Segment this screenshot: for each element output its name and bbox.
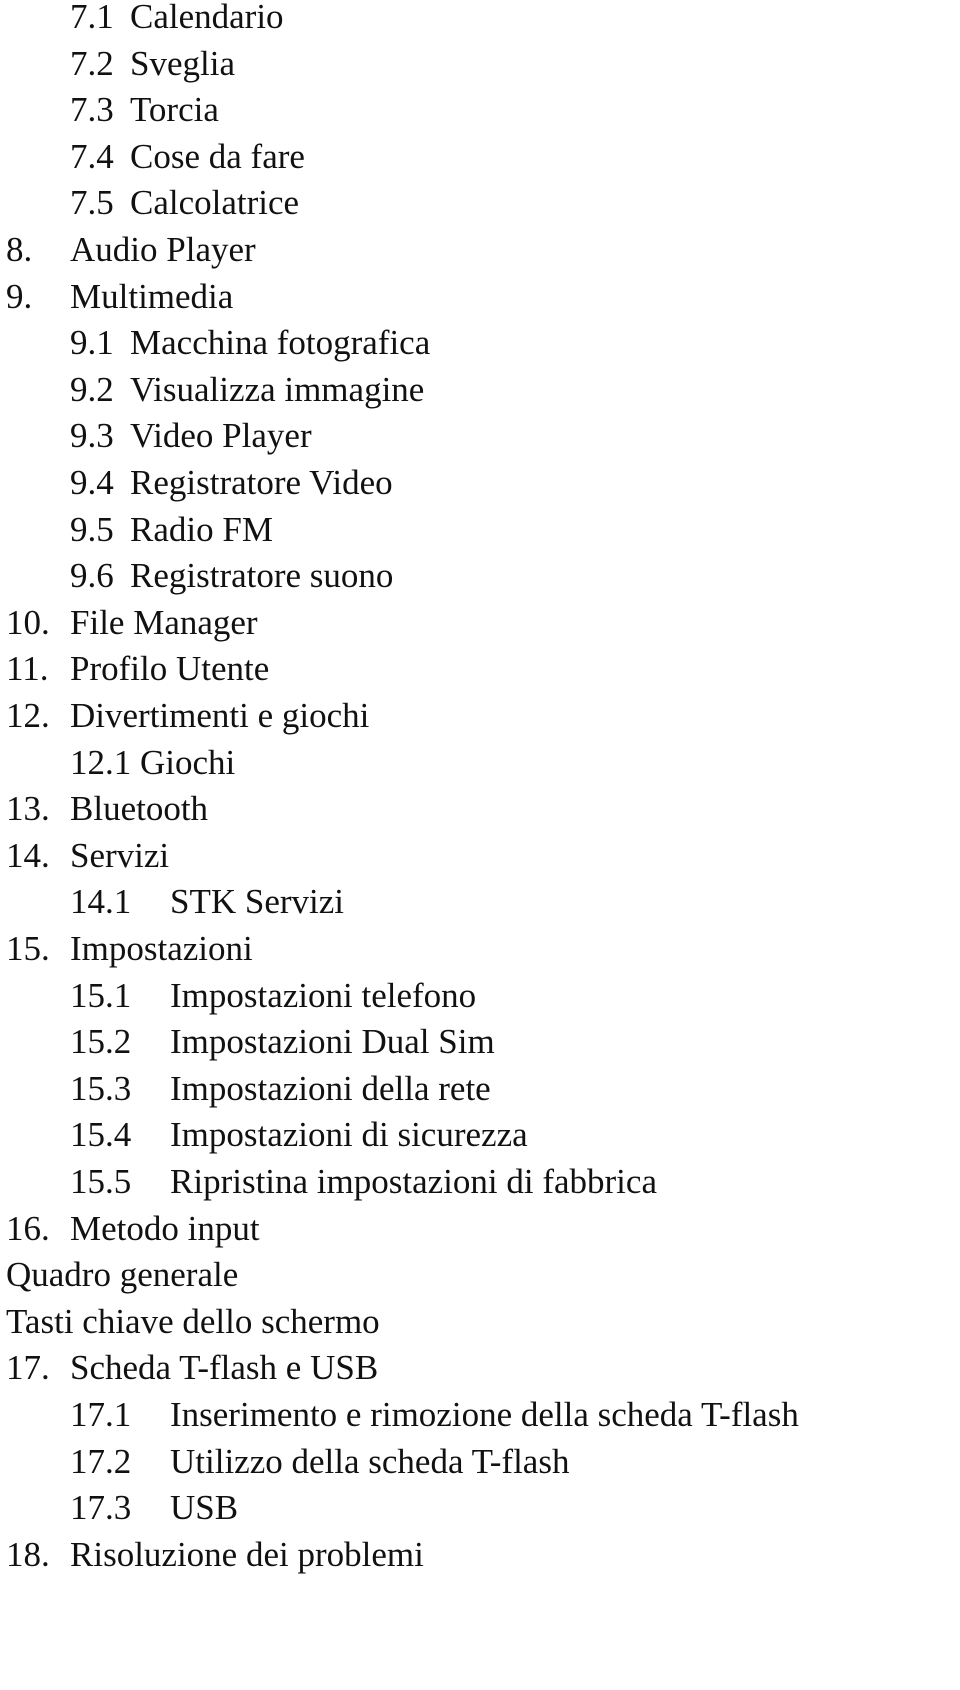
- toc-entry-number: 15.3: [70, 1068, 132, 1108]
- toc-entry-number: 7.1: [70, 0, 114, 36]
- toc-entry-title: File Manager: [70, 602, 258, 642]
- toc-entry-title: Impostazioni Dual Sim: [170, 1022, 495, 1062]
- toc-entry-number: 17.3: [70, 1488, 132, 1528]
- toc-entry-title: Quadro generale: [6, 1255, 239, 1295]
- toc-entry-number: 15.2: [70, 1022, 132, 1062]
- toc-entry-number: 17.: [6, 1348, 50, 1388]
- toc-entry-number: 7.5: [70, 183, 114, 223]
- toc-entry-number: 16.: [6, 1208, 50, 1248]
- toc-entry-title: Impostazioni: [70, 929, 253, 968]
- toc-entry-number: 18.: [6, 1534, 50, 1574]
- toc-entry-title: Giochi: [140, 742, 236, 782]
- toc-entry-number: 17.1: [70, 1395, 132, 1434]
- toc-entry-number: 9.1: [70, 323, 114, 363]
- toc-entry-title: Registratore suono: [130, 556, 394, 596]
- toc-entry-number: 9.6: [70, 556, 114, 596]
- toc-entry-title: Bluetooth: [70, 789, 209, 829]
- toc-entry-number: 7.2: [70, 43, 114, 83]
- toc-entry-number: 9.3: [70, 416, 114, 456]
- toc-entry-title: Cose da fare: [130, 136, 305, 176]
- toc-entry-number: 9.4: [70, 463, 114, 502]
- toc-entry-title: Profilo Utente: [70, 649, 270, 689]
- toc-entry-number: 9.5: [70, 509, 114, 549]
- toc-entry-title: Ripristina impostazioni di fabbrica: [170, 1162, 657, 1201]
- toc-entry-title: USB: [170, 1488, 239, 1528]
- toc-entry-number: 15.: [6, 929, 50, 968]
- toc-entry-number: 14.: [6, 835, 50, 875]
- toc-entry-title: Video Player: [130, 416, 312, 456]
- toc-entry-number: 7.4: [70, 136, 114, 176]
- toc-entry-number: 10.: [6, 602, 50, 642]
- toc-entry-title: Inserimento e rimozione della scheda T-f…: [170, 1395, 799, 1434]
- toc-entry-title: Divertimenti e giochi: [70, 696, 370, 735]
- toc-entry-title: Sveglia: [130, 43, 235, 83]
- toc-entry-number: 12.1: [70, 742, 132, 782]
- toc-entry-number: 15.1: [70, 975, 132, 1015]
- toc-entry-number: 7.3: [70, 90, 114, 130]
- toc-entry-number: 17.2: [70, 1441, 132, 1481]
- toc-entry-title: Registratore Video: [130, 463, 393, 502]
- toc-entry-number: 15.5: [70, 1162, 132, 1201]
- toc-entry-title: Torcia: [130, 90, 219, 130]
- toc-entry-title: Tasti chiave dello schermo: [6, 1301, 380, 1341]
- toc-entry-title: Impostazioni della rete: [170, 1068, 491, 1108]
- toc-entry-number: 9.: [6, 276, 33, 316]
- toc-entry-title: Impostazioni di sicurezza: [170, 1115, 528, 1155]
- table-of-contents: 7.1 Calendario 7.2 Sveglia 7.3 Torcia 7.4 Cose …: [0, 0, 960, 1690]
- toc-entry-title: Calendario: [130, 0, 284, 36]
- toc-entry-title: Visualizza immagine: [130, 369, 425, 409]
- toc-entry-title: Scheda T-flash e USB: [70, 1348, 379, 1388]
- toc-entry-number: 9.2: [70, 369, 114, 409]
- toc-entry-title: Servizi: [70, 835, 170, 875]
- toc-entry-title: Radio FM: [130, 509, 273, 549]
- toc-entry-title: Multimedia: [70, 276, 234, 316]
- toc-entry-title: STK Servizi: [170, 882, 345, 922]
- toc-entry-title: Impostazioni telefono: [170, 975, 477, 1015]
- toc-entry-number: 15.4: [70, 1115, 132, 1155]
- toc-entry-title: Calcolatrice: [130, 183, 300, 223]
- toc-entry-title: Utilizzo della scheda T-flash: [170, 1441, 570, 1481]
- toc-entry-number: 8.: [6, 230, 33, 269]
- toc-entry-title: Macchina fotografica: [130, 323, 431, 363]
- toc-entry-number: 14.1: [70, 882, 132, 922]
- toc-entry-title: Metodo input: [70, 1208, 260, 1248]
- toc-entry-number: 12.: [6, 696, 50, 735]
- toc-entry-title: Risoluzione dei problemi: [70, 1534, 424, 1574]
- toc-entry-number: 13.: [6, 789, 50, 829]
- toc-entry-title: Audio Player: [70, 230, 256, 269]
- toc-entry-number: 11.: [6, 649, 49, 689]
